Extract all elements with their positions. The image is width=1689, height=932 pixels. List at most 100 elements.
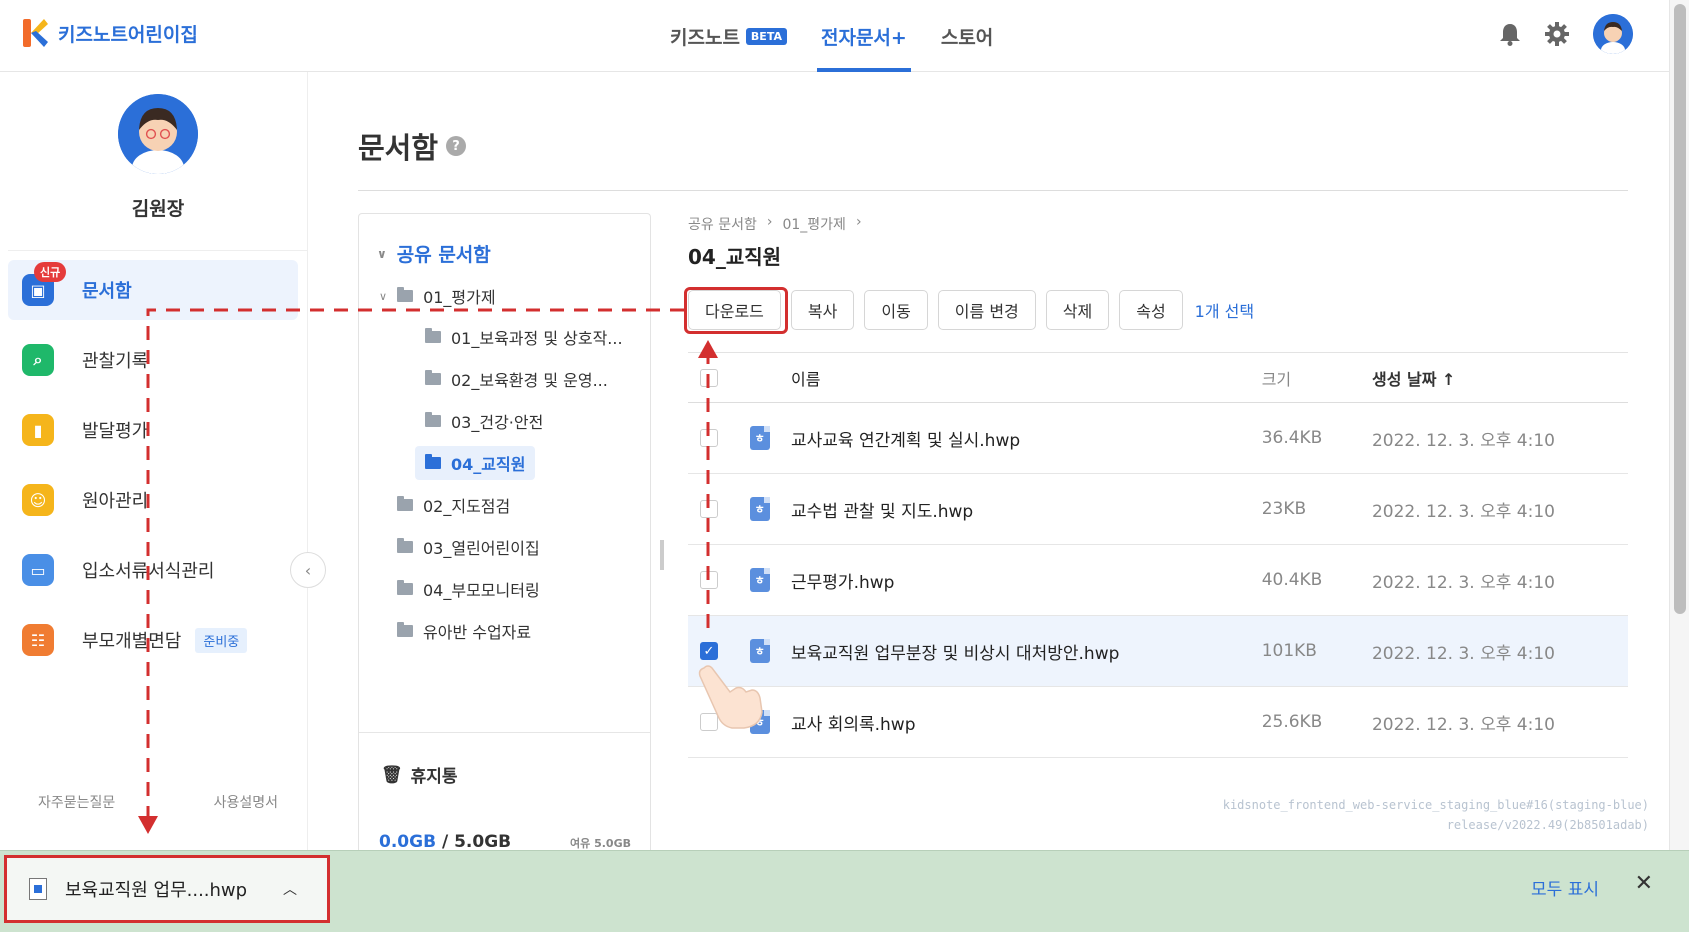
nav-edocs[interactable]: 전자문서+ — [816, 0, 911, 72]
table-header: 이름 크기 생성 날짜 ↑ — [688, 352, 1628, 403]
tree-node-01-02[interactable]: 02_보육환경 및 운영... — [425, 362, 608, 396]
help-icon[interactable]: ? — [446, 136, 467, 156]
folder-icon — [425, 328, 441, 343]
row-checkbox[interactable] — [700, 500, 718, 518]
tree-node-01-03[interactable]: 03_건강·안전 — [425, 404, 543, 438]
file-date: 2022. 12. 3. 오후 4:10 — [1371, 643, 1555, 664]
file-date: 2022. 12. 3. 오후 4:10 — [1371, 572, 1555, 593]
beta-badge: BETA — [745, 27, 787, 45]
sidebar-item-label: 관찰기록 — [82, 351, 149, 372]
column-size[interactable]: 크기 — [1262, 366, 1372, 390]
hwp-file-icon: ㅎ — [749, 568, 770, 592]
meeting-icon: ☷ — [22, 624, 54, 656]
tree-node-05[interactable]: 유아반 수업자료 — [397, 614, 531, 648]
nav-store[interactable]: 스토어 — [941, 0, 993, 72]
sidebar-item-observation[interactable]: ⌕ 관찰기록 — [8, 330, 298, 390]
file-name: 교수법 관찰 및 지도.hwp — [791, 501, 974, 522]
properties-button[interactable]: 속성 — [1119, 290, 1183, 330]
move-button[interactable]: 이동 — [864, 290, 928, 330]
sidebar-footer: 자주묻는질문 사용설명서 — [38, 792, 278, 812]
table-row[interactable]: ㅎ 근무평가.hwp 40.4KB 2022. 12. 3. 오후 4:10 — [688, 545, 1628, 616]
form-icon: ▭ — [22, 554, 54, 586]
tree-node-03[interactable]: 03_열린어린이집 — [397, 530, 540, 564]
pointing-hand-icon — [698, 665, 763, 729]
hwp-file-icon: ㅎ — [749, 639, 770, 663]
folder-icon — [397, 287, 414, 302]
scrollbar-thumb[interactable] — [1674, 4, 1686, 614]
sidebar-item-development[interactable]: ▮ 발달평가 — [8, 400, 298, 460]
sidebar-item-documents[interactable]: 신규 ▣ 문서함 — [8, 260, 298, 320]
table-row[interactable]: ㅎ 교사교육 연간계획 및 실시.hwp 36.4KB 2022. 12. 3.… — [688, 403, 1628, 474]
breadcrumb-item[interactable]: 01_평가제 — [782, 214, 845, 234]
file-name: 보육교직원 업무분장 및 비상시 대처방안.hwp — [791, 643, 1120, 664]
table-row-selected[interactable]: ✓ ㅎ 보육교직원 업무분장 및 비상시 대처방안.hwp 101KB 2022… — [688, 616, 1628, 687]
tree-root-shared[interactable]: ∨ 공유 문서함 — [377, 240, 491, 267]
gear-icon[interactable] — [1545, 22, 1569, 46]
build-version: kidsnote_frontend_web-service_staging_bl… — [1223, 795, 1649, 835]
download-file-name: 보육교직원 업무....hwp — [65, 880, 248, 901]
column-name[interactable]: 이름 — [791, 366, 1262, 390]
sidebar-divider — [8, 250, 308, 251]
page-scrollbar[interactable] — [1669, 0, 1689, 850]
chevron-up-icon[interactable]: ︿ — [283, 879, 297, 899]
folder-icon — [397, 538, 413, 553]
rename-button[interactable]: 이름 변경 — [937, 290, 1036, 330]
tree-node-01-04[interactable]: 04_교직원 — [415, 446, 536, 480]
delete-button[interactable]: 삭제 — [1045, 290, 1110, 330]
folder-icon — [397, 622, 413, 637]
nav-kidsnote-label: 키즈노트 — [670, 26, 740, 49]
brand-logo[interactable]: 키즈노트어린이집 — [22, 18, 198, 48]
row-checkbox[interactable] — [700, 429, 718, 447]
panel-resize-handle[interactable] — [660, 540, 664, 570]
chevron-right-icon: › — [766, 214, 773, 230]
tree-node-02[interactable]: 02_지도점검 — [397, 488, 510, 522]
sidebar-item-label: 문서함 — [82, 281, 132, 302]
sidebar-menu: 신규 ▣ 문서함 ⌕ 관찰기록 ▮ 발달평가 ☺ 원아관리 ▭ 입소서류서식관리… — [8, 260, 298, 680]
column-date[interactable]: 생성 날짜 ↑ — [1372, 366, 1628, 390]
table-row[interactable]: ㅎ 교사 회의록.hwp 25.6KB 2022. 12. 3. 오후 4:10 — [688, 687, 1628, 758]
tree-node-label: 01_보육과정 및 상호작... — [451, 329, 623, 348]
tree-node-label: 02_지도점검 — [423, 497, 511, 516]
magnifier-icon: ⌕ — [22, 344, 54, 376]
select-all-checkbox[interactable] — [700, 368, 718, 387]
tree-node-01[interactable]: ∨ 01_평가제 — [379, 279, 496, 313]
document-file-icon — [29, 878, 47, 900]
left-sidebar: 김원장 신규 ▣ 문서함 ⌕ 관찰기록 ▮ 발달평가 ☺ 원아관리 ▭ 입소서류… — [8, 72, 308, 850]
tree-node-01-01[interactable]: 01_보육과정 및 상호작... — [425, 320, 623, 354]
tree-node-label: 04_부모모니터링 — [423, 581, 540, 600]
row-checkbox[interactable] — [700, 571, 718, 589]
page-title-text: 문서함 — [358, 131, 439, 165]
sidebar-collapse-button[interactable]: ‹ — [290, 552, 326, 588]
trash-icon: 🗑 — [381, 764, 403, 785]
sidebar-item-meeting[interactable]: ☷ 부모개별면담 준비중 — [8, 610, 298, 670]
breadcrumb: 공유 문서함 › 01_평가제 › — [688, 214, 862, 234]
brand-name: 키즈노트어린이집 — [58, 23, 198, 46]
row-checkbox-checked[interactable]: ✓ — [700, 642, 718, 660]
trash-item[interactable]: 🗑 휴지통 — [381, 762, 458, 788]
bell-icon[interactable] — [1499, 22, 1521, 46]
build-version-line: release/v2022.49(2b8501adab) — [1446, 818, 1649, 832]
download-item[interactable]: 보육교직원 업무....hwp ︿ — [4, 855, 330, 923]
faq-link[interactable]: 자주묻는질문 — [38, 792, 115, 812]
file-size: 40.4KB — [1261, 570, 1323, 590]
show-all-downloads-link[interactable]: 모두 표시 — [1531, 875, 1599, 900]
tree-node-label: 유아반 수업자료 — [423, 623, 532, 642]
breadcrumb-item[interactable]: 공유 문서함 — [688, 214, 757, 234]
sidebar-item-forms[interactable]: ▭ 입소서류서식관리 — [8, 540, 298, 600]
file-date: 2022. 12. 3. 오후 4:10 — [1371, 714, 1555, 735]
storage-used: 0.0GB — [379, 832, 437, 852]
copy-button[interactable]: 복사 — [790, 290, 855, 330]
chevron-right-icon: › — [855, 214, 862, 230]
close-icon[interactable]: ✕ — [1635, 871, 1653, 896]
sidebar-item-children[interactable]: ☺ 원아관리 — [8, 470, 298, 530]
tree-node-04[interactable]: 04_부모모니터링 — [397, 572, 540, 606]
storage-usage: 0.0GB / 5.0GB 여유 5.0GB — [379, 832, 631, 852]
manual-link[interactable]: 사용설명서 — [214, 792, 278, 812]
nav-kidsnote[interactable]: 키즈노트 BETA — [670, 0, 787, 72]
table-row[interactable]: ㅎ 교수법 관찰 및 지도.hwp 23KB 2022. 12. 3. 오후 4… — [688, 474, 1628, 545]
avatar-icon — [1593, 14, 1633, 54]
user-avatar[interactable] — [1593, 14, 1633, 54]
storage-free: 여유 5.0GB — [570, 837, 631, 850]
file-date: 2022. 12. 3. 오후 4:10 — [1371, 501, 1555, 522]
folder-icon — [425, 370, 441, 385]
